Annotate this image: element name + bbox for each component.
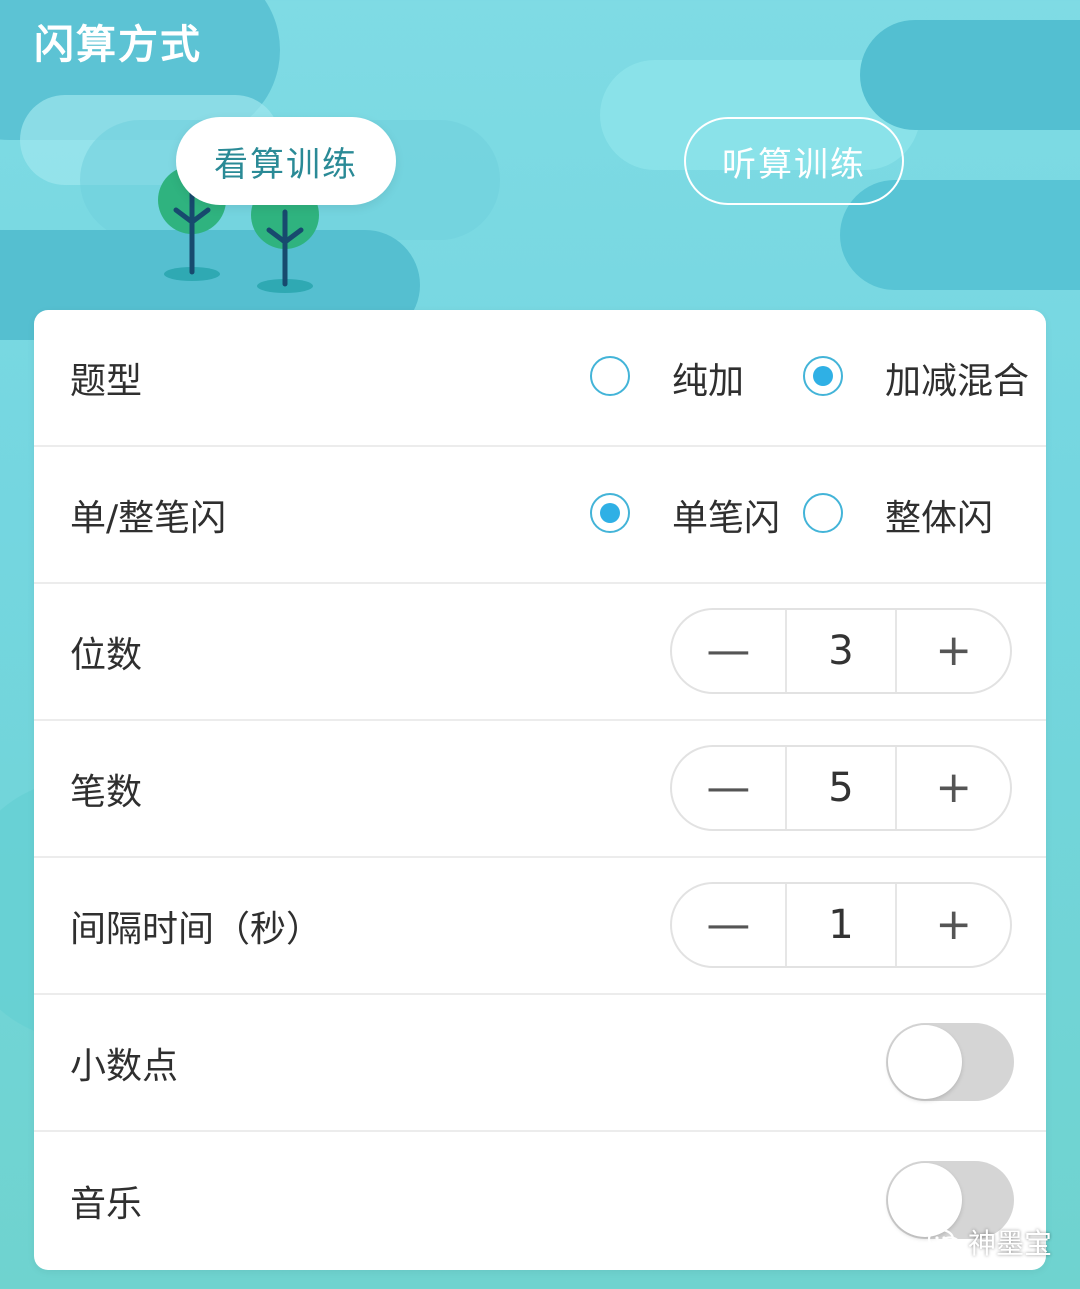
- digits-value: 3: [784, 609, 898, 692]
- interval-stepper: — 1 +: [670, 881, 1012, 968]
- interval-value: 1: [784, 883, 898, 966]
- setting-row-flash-mode: 单/整笔闪 单笔闪 整体闪: [34, 447, 1046, 584]
- setting-row-interval: 间隔时间（秒） — 1 +: [34, 858, 1046, 995]
- digits-label: 位数: [70, 634, 143, 676]
- radio-single-flash[interactable]: [590, 492, 630, 533]
- question-type-label: 题型: [70, 360, 143, 402]
- setting-row-music: 音乐: [34, 1132, 1046, 1269]
- digits-decrement-button[interactable]: —: [672, 610, 785, 692]
- terms-value: 5: [784, 746, 898, 829]
- interval-label: 间隔时间（秒）: [70, 908, 323, 950]
- tab-listening-training[interactable]: 听算训练: [684, 117, 904, 205]
- decimal-point-label: 小数点: [70, 1045, 179, 1087]
- radio-mixed-add-sub[interactable]: [803, 355, 843, 396]
- page-title: 闪算方式: [34, 22, 202, 68]
- settings-card: 题型 纯加 加减混合 单/整笔闪 单笔闪 整体闪 位数 — 3 + 笔数 — 5…: [34, 310, 1046, 1270]
- radio-whole-flash-label[interactable]: 整体闪: [885, 489, 993, 541]
- wechat-icon: [928, 1228, 962, 1254]
- flash-mode-label: 单/整笔闪: [70, 497, 227, 539]
- radio-pure-addition-label[interactable]: 纯加: [672, 352, 744, 404]
- decimal-point-toggle[interactable]: [886, 1022, 1014, 1101]
- setting-row-digits: 位数 — 3 +: [34, 584, 1046, 721]
- music-label: 音乐: [70, 1183, 143, 1225]
- interval-decrement-button[interactable]: —: [672, 884, 785, 966]
- radio-whole-flash[interactable]: [803, 492, 843, 533]
- digits-stepper: — 3 +: [670, 607, 1012, 694]
- digits-increment-button[interactable]: +: [897, 610, 1010, 692]
- watermark-text: 神墨宝: [968, 1227, 1053, 1260]
- terms-decrement-button[interactable]: —: [672, 747, 785, 829]
- radio-single-flash-label[interactable]: 单笔闪: [672, 489, 780, 541]
- interval-increment-button[interactable]: +: [897, 884, 1010, 966]
- terms-increment-button[interactable]: +: [897, 747, 1010, 829]
- radio-mixed-add-sub-label[interactable]: 加减混合: [885, 352, 1029, 404]
- setting-row-question-type: 题型 纯加 加减混合: [34, 310, 1046, 447]
- setting-row-decimal-point: 小数点: [34, 995, 1046, 1132]
- radio-pure-addition[interactable]: [590, 355, 630, 396]
- watermark: 神墨宝: [928, 1222, 1052, 1262]
- setting-row-terms: 笔数 — 5 +: [34, 721, 1046, 858]
- terms-label: 笔数: [70, 771, 143, 813]
- terms-stepper: — 5 +: [670, 744, 1012, 831]
- toggle-knob: [888, 1024, 962, 1099]
- tab-visual-training[interactable]: 看算训练: [176, 117, 396, 205]
